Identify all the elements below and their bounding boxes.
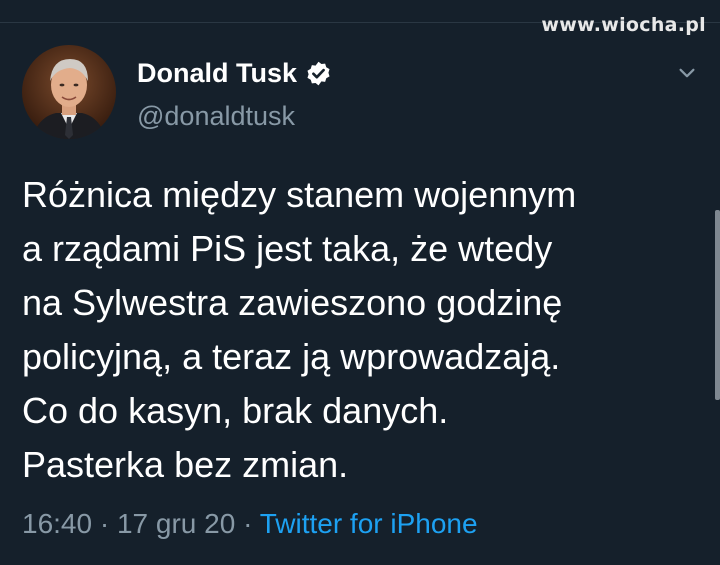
tweet-line: policyjną, a teraz ją wprowadzają.: [22, 336, 561, 377]
tweet-meta: 16:40 · 17 gru 20 · Twitter for iPhone: [22, 508, 478, 540]
tweet-time[interactable]: 16:40: [22, 508, 92, 539]
tweet-line: Pasterka bez zmian.: [22, 444, 349, 485]
author-handle[interactable]: @donaldtusk: [137, 101, 295, 132]
verified-badge-icon: [307, 61, 330, 86]
avatar[interactable]: [22, 45, 116, 139]
meta-separator: ·: [235, 508, 260, 539]
chevron-down-icon[interactable]: [676, 62, 698, 84]
tweet-line: na Sylwestra zawieszono godzinę: [22, 282, 563, 323]
tweet-line: Różnica między stanem wojennym: [22, 174, 577, 215]
avatar-photo: [22, 45, 116, 139]
author-display-name[interactable]: Donald Tusk: [137, 58, 297, 89]
tweet-source-link[interactable]: Twitter for iPhone: [260, 508, 478, 539]
tweet-text: Różnica między stanem wojennym a rządami…: [22, 168, 712, 492]
tweet-date[interactable]: 17 gru 20: [117, 508, 235, 539]
watermark: www.wiocha.pl: [541, 14, 706, 36]
meta-separator: ·: [92, 508, 117, 539]
tweet-line: a rządami PiS jest taka, że wtedy: [22, 228, 553, 269]
author-name-row[interactable]: Donald Tusk: [137, 58, 332, 89]
scrollbar[interactable]: [715, 210, 720, 400]
tweet-line: Co do kasyn, brak danych.: [22, 390, 449, 431]
